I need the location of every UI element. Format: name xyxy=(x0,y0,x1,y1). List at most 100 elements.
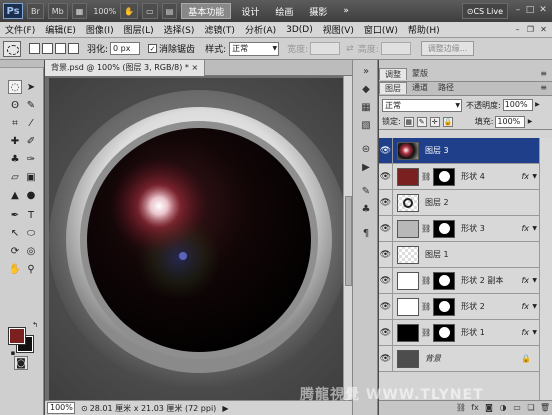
layer-row-2[interactable]: 👁 图层 2 xyxy=(379,189,539,216)
brush-tool-icon[interactable]: ✐ xyxy=(24,134,38,148)
swap-colors-icon[interactable]: ↰ xyxy=(28,318,42,332)
layer-row-shape-4[interactable]: 👁 ⛓ 形状 4 fx ▼ xyxy=(379,163,539,190)
workspace-design[interactable]: 设计 xyxy=(235,3,265,19)
fx-icon[interactable]: fx xyxy=(521,276,529,285)
status-menu-arrow-icon[interactable]: ▶ xyxy=(222,404,228,413)
doc-restore-icon[interactable]: ❐ xyxy=(525,24,536,35)
shape-tool-icon[interactable]: ⬭ xyxy=(24,226,38,240)
layer-row-shape-3[interactable]: 👁 ⛓ 形状 3 fx ▼ xyxy=(379,215,539,242)
lasso-tool-icon[interactable]: ʘ xyxy=(8,98,22,112)
height-input[interactable] xyxy=(380,42,411,55)
clone-source-icon[interactable]: ♣ xyxy=(358,202,374,216)
fx-icon[interactable]: fx xyxy=(521,172,529,181)
dodge-tool-icon[interactable]: ● xyxy=(24,188,38,202)
workspace-photography[interactable]: 摄影 xyxy=(303,3,333,19)
lock-image-icon[interactable]: ✎ xyxy=(416,116,427,127)
3d-rotate-tool-icon[interactable]: ⟳ xyxy=(8,244,22,258)
intersect-selection-icon[interactable] xyxy=(68,43,79,54)
layer-row-shape-1[interactable]: 👁 ⛓ 形状 1 fx ▼ xyxy=(379,319,539,346)
tab-masks[interactable]: 蒙版 xyxy=(407,68,433,80)
history-brush-tool-icon[interactable]: ✑ xyxy=(24,152,38,166)
fill-input[interactable]: 100% xyxy=(495,115,532,128)
tab-close-icon[interactable]: × xyxy=(191,63,198,72)
layers-menu-icon[interactable]: ≡ xyxy=(535,82,552,94)
elliptical-marquee-tool-icon[interactable]: ◌ xyxy=(8,80,22,94)
panel-menu-icon[interactable]: ≡ xyxy=(535,68,552,80)
lock-position-icon[interactable]: ✛ xyxy=(429,116,440,127)
doc-minimize-icon[interactable]: – xyxy=(512,24,523,35)
width-input[interactable] xyxy=(310,42,341,55)
visibility-eye-icon[interactable]: 👁 xyxy=(379,267,393,294)
menu-edit[interactable]: 编辑(E) xyxy=(40,23,81,36)
fx-expand-icon[interactable]: ▼ xyxy=(532,225,537,232)
swap-icon[interactable]: ⇄ xyxy=(346,44,354,54)
menu-3d[interactable]: 3D(D) xyxy=(281,25,318,35)
layer-row-shape-2-copy[interactable]: 👁 ⛓ 形状 2 副本 fx ▼ xyxy=(379,267,539,294)
layer-row-background[interactable]: 👁 背景 🔒 xyxy=(379,345,539,372)
fx-expand-icon[interactable]: ▼ xyxy=(532,173,537,180)
menu-layer[interactable]: 图层(L) xyxy=(119,23,159,36)
maximize-icon[interactable]: □ xyxy=(524,4,536,16)
pen-tool-icon[interactable]: ✒ xyxy=(8,208,22,222)
tab-adjustments[interactable]: 调整 xyxy=(379,68,407,80)
menu-file[interactable]: 文件(F) xyxy=(0,23,40,36)
fx-icon[interactable]: fx xyxy=(521,224,529,233)
screen-mode-icon[interactable]: ▭ xyxy=(142,3,158,19)
cs-live-button[interactable]: ⊙ CS Live xyxy=(461,3,508,19)
actions-panel-icon[interactable]: ▶ xyxy=(358,160,374,174)
foreground-color-swatch[interactable] xyxy=(8,327,26,345)
canvas-vertical-scrollbar[interactable] xyxy=(343,76,352,400)
eyedropper-tool-icon[interactable]: ⁄ xyxy=(24,116,38,130)
document-tab[interactable]: 背景.psd @ 100% (图层 3, RGB/8) * × xyxy=(45,59,206,76)
canvas-area[interactable] xyxy=(45,76,343,400)
new-selection-icon[interactable] xyxy=(29,43,40,54)
menu-analysis[interactable]: 分析(A) xyxy=(240,23,281,36)
fx-expand-icon[interactable]: ▼ xyxy=(532,303,537,310)
visibility-eye-icon[interactable]: 👁 xyxy=(379,319,393,346)
lock-transparent-icon[interactable]: ▦ xyxy=(403,116,414,127)
refine-edge-button[interactable]: 调整边缘... xyxy=(420,41,475,56)
fx-expand-icon[interactable]: ▼ xyxy=(532,329,537,336)
new-group-icon[interactable]: ▭ xyxy=(510,402,524,414)
paragraph-panel-icon[interactable]: ¶ xyxy=(358,226,374,240)
visibility-eye-icon[interactable]: 👁 xyxy=(379,345,393,372)
subtract-selection-icon[interactable] xyxy=(55,43,66,54)
crop-tool-icon[interactable]: ⌗ xyxy=(8,116,22,130)
visibility-eye-icon[interactable]: 👁 xyxy=(379,215,393,242)
add-selection-icon[interactable] xyxy=(42,43,53,54)
new-layer-icon[interactable]: ❏ xyxy=(524,402,538,414)
tab-layers[interactable]: 图层 xyxy=(379,82,407,94)
3d-camera-tool-icon[interactable]: ◎ xyxy=(24,244,38,258)
minibridge-button[interactable]: Mb xyxy=(47,3,68,19)
blur-tool-icon[interactable]: ▲ xyxy=(8,188,22,202)
workspace-essentials[interactable]: 基本功能 xyxy=(181,3,232,19)
fx-icon[interactable]: fx xyxy=(521,328,529,337)
layer-row-shape-2[interactable]: 👁 ⛓ 形状 2 fx ▼ xyxy=(379,293,539,320)
visibility-eye-icon[interactable]: 👁 xyxy=(379,293,393,320)
fx-expand-icon[interactable]: ▼ xyxy=(532,277,537,284)
feather-input[interactable]: 0 px xyxy=(110,42,141,55)
menu-window[interactable]: 窗口(W) xyxy=(359,23,403,36)
delete-layer-icon[interactable]: 🗑 xyxy=(538,402,552,414)
visibility-eye-icon[interactable]: 👁 xyxy=(379,137,393,164)
clone-stamp-tool-icon[interactable]: ♣ xyxy=(8,152,22,166)
tab-paths[interactable]: 路径 xyxy=(433,82,459,94)
layer-row-3[interactable]: 👁 图层 3 xyxy=(379,137,539,164)
quick-select-tool-icon[interactable]: ✎ xyxy=(24,98,38,112)
menu-select[interactable]: 选择(S) xyxy=(159,23,200,36)
close-icon[interactable]: ✕ xyxy=(537,4,549,16)
styles-panel-icon[interactable]: ▧ xyxy=(358,118,374,132)
quick-mask-icon[interactable]: ◙ xyxy=(14,356,28,370)
tools-grip[interactable] xyxy=(0,60,44,68)
move-arrow-icon[interactable]: ➤ xyxy=(24,80,38,94)
document-info-icon[interactable]: ⊙ xyxy=(81,404,88,413)
swatches-panel-icon[interactable]: ▦ xyxy=(358,100,374,114)
minimize-icon[interactable]: – xyxy=(512,4,524,16)
menu-filter[interactable]: 滤镜(T) xyxy=(199,23,240,36)
healing-brush-tool-icon[interactable]: ✚ xyxy=(8,134,22,148)
tab-channels[interactable]: 通道 xyxy=(407,82,433,94)
adjustment-layer-icon[interactable]: ◑ xyxy=(496,402,510,414)
extras-icon[interactable]: ▦ xyxy=(71,3,88,19)
elliptical-marquee-preset-icon[interactable] xyxy=(3,40,21,57)
zoom-input[interactable]: 100% xyxy=(47,402,75,414)
